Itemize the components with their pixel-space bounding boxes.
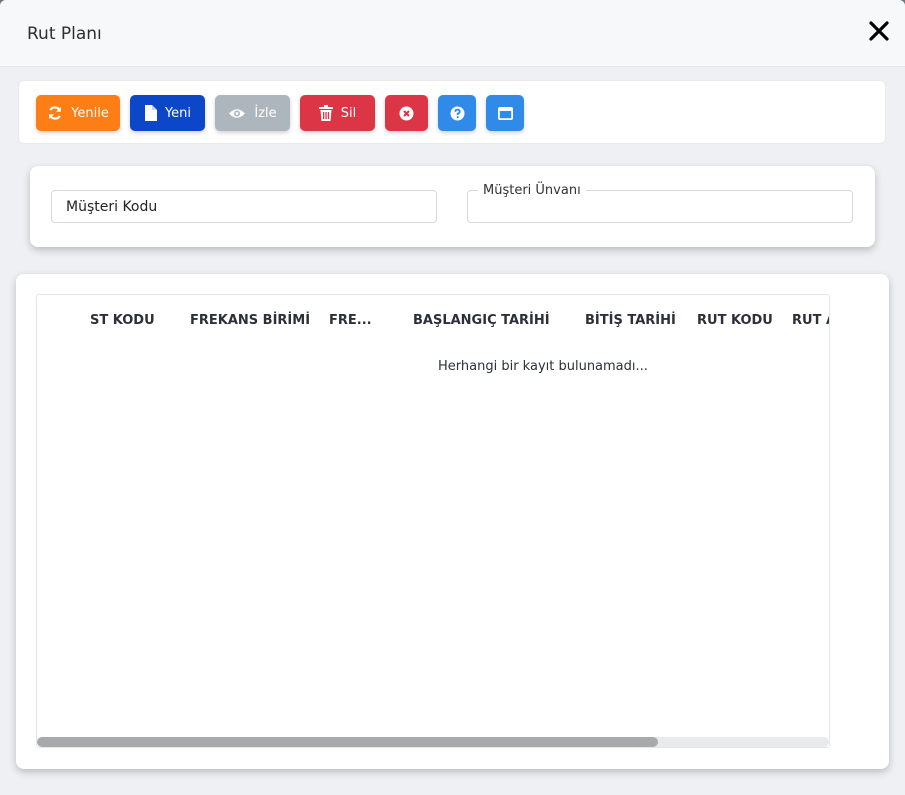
- trash-icon: [318, 105, 333, 121]
- close-icon: [869, 21, 889, 41]
- new-button[interactable]: Yeni: [130, 95, 205, 131]
- eye-icon: [228, 107, 246, 120]
- cancel-button[interactable]: [385, 95, 428, 131]
- modal-title: Rut Planı: [27, 24, 102, 44]
- times-circle-icon: [399, 106, 414, 121]
- horizontal-scrollbar[interactable]: [37, 737, 829, 747]
- customer-title-field: Müşteri Ünvanı: [467, 183, 853, 223]
- toolbar: Yenile Yeni İzle Sil: [18, 80, 886, 144]
- view-label: İzle: [254, 105, 277, 121]
- modal-header: Rut Planı: [0, 0, 905, 67]
- window-button[interactable]: [486, 95, 524, 131]
- empty-message: Herhangi bir kayıt bulunamadı...: [438, 359, 648, 374]
- refresh-icon: [47, 105, 63, 121]
- delete-label: Sil: [340, 105, 357, 121]
- column-header-frekans-birimi[interactable]: FREKANS BİRİMİ: [190, 313, 310, 328]
- customer-code-field: [51, 190, 437, 223]
- help-button[interactable]: [438, 95, 476, 131]
- column-header-rut-kodu[interactable]: RUT KODU: [697, 313, 773, 328]
- close-button[interactable]: [866, 18, 892, 44]
- delete-button[interactable]: Sil: [300, 95, 375, 131]
- column-header-rut-adi[interactable]: RUT A: [792, 313, 829, 328]
- refresh-button[interactable]: Yenile: [36, 95, 120, 131]
- rut-plani-modal: Rut Planı Yenile Yeni İzle Sil Müşteri K…: [0, 0, 905, 795]
- view-button[interactable]: İzle: [215, 95, 290, 131]
- scrollbar-thumb[interactable]: [37, 737, 658, 747]
- grid-card: ST KODU FREKANS BİRİMİ FRE... BAŞLANGIÇ …: [16, 274, 889, 769]
- refresh-label: Yenile: [71, 105, 109, 121]
- column-header-baslangic-tarihi[interactable]: BAŞLANGIÇ TARİHİ: [413, 313, 550, 328]
- column-header-bitis-tarihi[interactable]: BİTİŞ TARİHİ: [585, 313, 676, 328]
- window-icon: [497, 106, 513, 120]
- customer-code-input[interactable]: [52, 191, 436, 222]
- filter-card: Müşteri Ünvanı: [30, 166, 875, 247]
- file-icon: [144, 105, 157, 121]
- column-header-st-kodu[interactable]: ST KODU: [90, 313, 155, 328]
- data-grid: ST KODU FREKANS BİRİMİ FRE... BAŞLANGIÇ …: [36, 294, 830, 748]
- question-circle-icon: [450, 106, 465, 121]
- customer-title-input[interactable]: [468, 191, 852, 222]
- column-header-frekans[interactable]: FRE...: [329, 313, 372, 328]
- grid-header: ST KODU FREKANS BİRİMİ FRE... BAŞLANGIÇ …: [37, 295, 829, 347]
- new-label: Yeni: [164, 105, 192, 121]
